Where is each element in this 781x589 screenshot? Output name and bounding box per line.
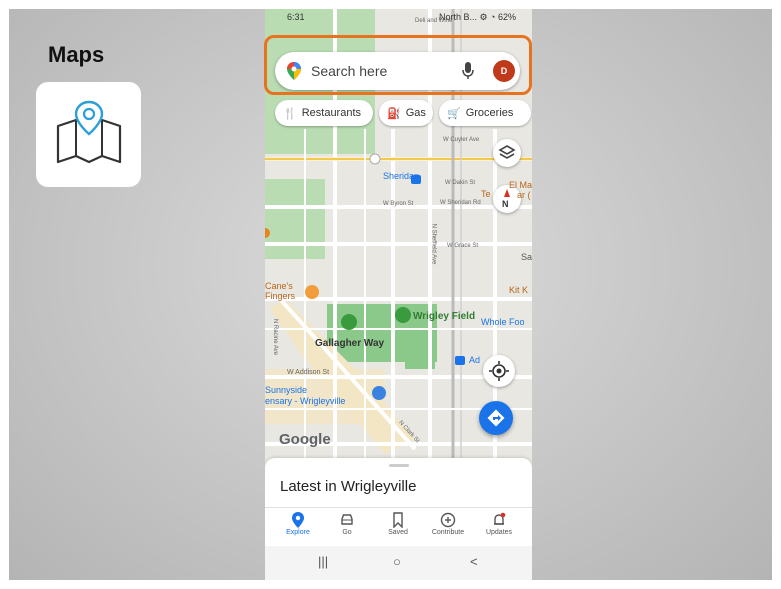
layers-button[interactable] bbox=[493, 139, 521, 167]
chip-label: Groceries bbox=[465, 107, 514, 119]
nav-contribute[interactable]: Contribute bbox=[423, 512, 473, 536]
map-label-sheridan: Sheridan bbox=[383, 171, 420, 181]
my-location-button[interactable] bbox=[483, 355, 515, 387]
nav-label: Saved bbox=[388, 529, 408, 536]
map-label-sunnyside: Sunnyside ensary - Wrigleyville bbox=[265, 385, 346, 406]
status-time: 6:31 bbox=[287, 12, 305, 22]
recents-button[interactable]: ||| bbox=[318, 554, 328, 569]
map-label-canes: Cane's Fingers bbox=[265, 281, 296, 301]
map-label-sheffield: N Sheffield Ave bbox=[430, 223, 437, 265]
chip-restaurants[interactable]: 🍴 Restaurants bbox=[275, 100, 373, 126]
cart-icon: 🛒 bbox=[447, 107, 461, 120]
google-logo: Google bbox=[279, 431, 331, 448]
map-label-sa: Sa bbox=[521, 252, 532, 262]
map-label-ar: ar ( bbox=[517, 190, 531, 200]
directions-icon bbox=[487, 409, 505, 427]
system-navigation-bar: ||| ○ < bbox=[265, 546, 532, 580]
fork-knife-icon: 🍴 bbox=[283, 107, 297, 120]
car-icon bbox=[341, 514, 353, 525]
sheet-title: Latest in Wrigleyville bbox=[280, 478, 417, 495]
maps-app-tile bbox=[36, 82, 141, 187]
my-location-icon bbox=[489, 361, 509, 381]
nav-saved[interactable]: Saved bbox=[373, 512, 423, 536]
layers-icon bbox=[498, 145, 516, 159]
app-title: Maps bbox=[48, 42, 105, 67]
explore-pin-icon bbox=[292, 512, 304, 528]
chip-gas[interactable]: ⛽ Gas bbox=[379, 100, 433, 126]
map-label-dakin: W Dakin St bbox=[445, 180, 476, 186]
nav-explore[interactable]: Explore bbox=[273, 512, 323, 536]
nav-label: Updates bbox=[485, 529, 513, 536]
map-label-gallagher-way: Gallagher Way bbox=[315, 338, 385, 349]
chip-label: Restaurants bbox=[301, 107, 362, 119]
compass-letter: N bbox=[502, 199, 509, 209]
map-label-sheridan-rd: W Sheridan Rd bbox=[440, 200, 481, 206]
map-label-whole-foods: Whole Foo bbox=[481, 317, 525, 327]
map-label-el-ma: El Ma bbox=[509, 180, 532, 190]
nav-updates[interactable]: Updates bbox=[474, 512, 524, 536]
map-label-racine: N Racine Ave bbox=[272, 318, 279, 356]
bottom-navigation: Explore Go Saved Contribute Updates bbox=[265, 508, 532, 546]
chip-label: Gas bbox=[405, 107, 426, 119]
bell-icon bbox=[494, 512, 506, 525]
search-bar-highlight bbox=[264, 35, 532, 95]
map-label-wrigley-field: Wrigley Field bbox=[413, 311, 476, 322]
map-label-kit: Kit K bbox=[509, 285, 529, 295]
add-circle-icon bbox=[440, 512, 456, 528]
map-label-te: Te bbox=[481, 189, 491, 199]
bottom-sheet[interactable]: Latest in Wrigleyville Explore Go Saved … bbox=[265, 458, 532, 580]
gas-pump-icon: ⛽ bbox=[387, 107, 401, 120]
folded-map-icon bbox=[56, 100, 122, 164]
map-label-cuyler: W Cuyler Ave bbox=[443, 137, 480, 143]
nav-label: Explore bbox=[286, 529, 310, 536]
home-button[interactable]: ○ bbox=[393, 554, 401, 569]
map-label-addison: W Addison St bbox=[287, 369, 330, 376]
back-button[interactable]: < bbox=[470, 554, 478, 569]
chip-groceries[interactable]: 🛒 Groceries bbox=[439, 100, 531, 126]
map-label-ad: Ad bbox=[469, 355, 481, 365]
map-label-byron: W Byron St bbox=[383, 201, 414, 207]
map-label-deli: Deli and Wine bbox=[415, 18, 453, 24]
bookmark-icon bbox=[393, 512, 403, 528]
nav-label: Go bbox=[342, 529, 352, 536]
status-bar: 6:31 North B... ⚙ ◔ 62% bbox=[265, 9, 532, 27]
sheet-drag-handle[interactable] bbox=[389, 464, 409, 467]
map-label-grace: W Grace St bbox=[447, 243, 479, 249]
nav-label: Contribute bbox=[431, 529, 465, 536]
nav-go[interactable]: Go bbox=[322, 512, 372, 536]
directions-button[interactable] bbox=[479, 401, 513, 435]
